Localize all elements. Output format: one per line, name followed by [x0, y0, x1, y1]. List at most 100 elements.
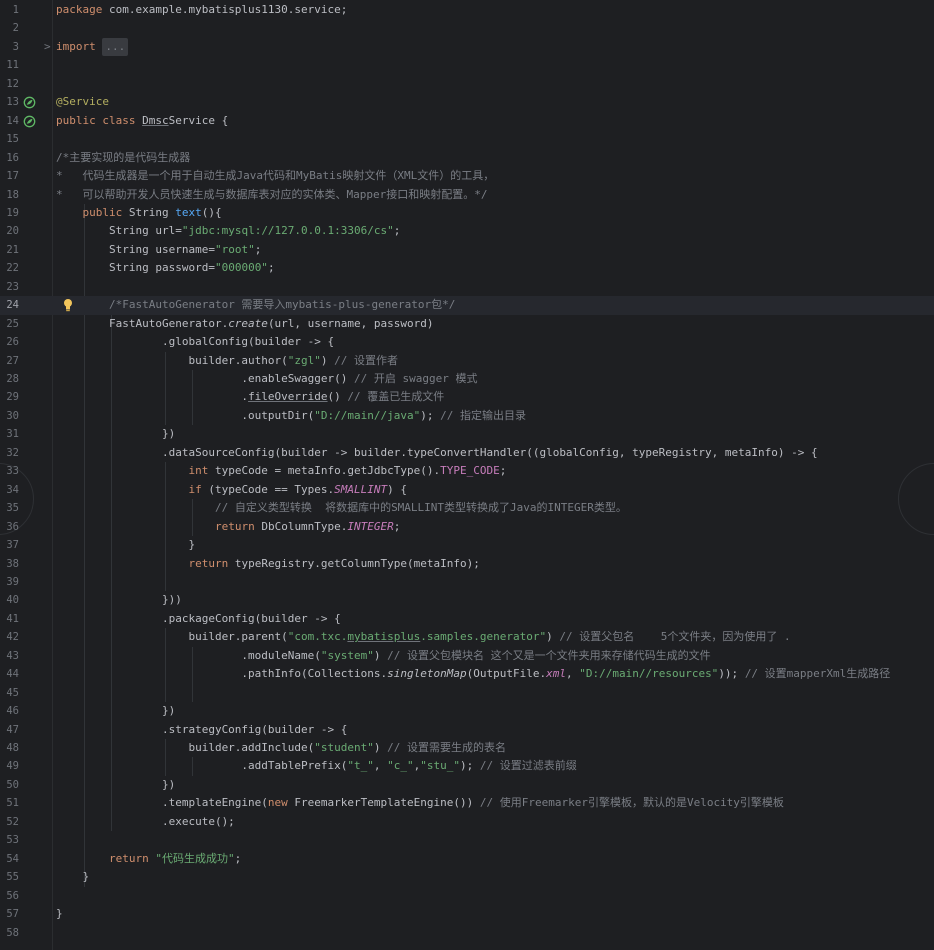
code-line[interactable]: 3 > import ... — [0, 37, 934, 57]
code-line[interactable]: 46 }) — [0, 702, 934, 720]
code-text[interactable]: .packageConfig(builder -> { — [56, 610, 341, 628]
code-text[interactable]: FastAutoGenerator.create(url, username, … — [56, 315, 434, 333]
code-line[interactable]: 54 return "代码生成成功"; — [0, 850, 934, 868]
code-line[interactable]: 57} — [0, 905, 934, 923]
code-text[interactable]: }) — [56, 702, 175, 720]
code-line[interactable]: 26 .globalConfig(builder -> { — [0, 333, 934, 351]
code-text[interactable]: .outputDir("D://main//java"); // 指定输出目录 — [56, 407, 526, 425]
code-line[interactable]: 24 /*FastAutoGenerator 需要导入mybatis-plus-… — [0, 296, 934, 315]
code-text[interactable]: builder.parent("com.txc.mybatisplus.samp… — [56, 628, 790, 646]
code-text[interactable]: .pathInfo(Collections.singletonMap(Outpu… — [56, 665, 890, 683]
code-line[interactable]: 44 .pathInfo(Collections.singletonMap(Ou… — [0, 665, 934, 683]
code-text[interactable]: if (typeCode == Types.SMALLINT) { — [56, 481, 407, 499]
code-text[interactable]: } — [56, 905, 63, 923]
code-text[interactable]: } — [56, 536, 195, 554]
code-line[interactable]: 50 }) — [0, 776, 934, 794]
code-text[interactable]: public class DmscService { — [56, 112, 228, 130]
code-line[interactable]: 1 package com.example.mybatisplus1130.ser… — [0, 1, 934, 19]
code-line[interactable]: 32 .dataSourceConfig(builder -> builder.… — [0, 444, 934, 462]
code-text[interactable]: // 自定义类型转换 将数据库中的SMALLINT类型转换成了Java的INTE… — [56, 499, 627, 517]
code-text[interactable]: .strategyConfig(builder -> { — [56, 721, 347, 739]
code-line[interactable]: 56 — [0, 887, 934, 905]
code-line[interactable]: 35 // 自定义类型转换 将数据库中的SMALLINT类型转换成了Java的I… — [0, 499, 934, 517]
code-text[interactable]: return typeRegistry.getColumnType(metaIn… — [56, 555, 479, 573]
code-line[interactable]: 14 public class DmscService { — [0, 112, 934, 130]
code-line[interactable]: 15 — [0, 130, 934, 148]
code-line[interactable]: 27 builder.author("zgl") // 设置作者 — [0, 352, 934, 370]
code-editor[interactable]: 1 package com.example.mybatisplus1130.ser… — [0, 0, 934, 950]
code-line[interactable]: 55 } — [0, 868, 934, 886]
code-text[interactable]: } — [56, 868, 89, 886]
code-line[interactable]: 18 * 可以帮助开发人员快速生成与数据库表对应的实体类、Mapper接口和映射配… — [0, 186, 934, 204]
code-line[interactable]: 45 — [0, 684, 934, 702]
code-line[interactable]: 58 — [0, 924, 934, 942]
line-number: 53 — [6, 834, 19, 847]
code-text[interactable]: /*主要实现的是代码生成器 — [56, 149, 190, 167]
code-line[interactable]: 13 @Service — [0, 93, 934, 111]
code-text[interactable]: /*FastAutoGenerator 需要导入mybatis-plus-gen… — [56, 296, 455, 314]
code-text[interactable]: }) — [56, 776, 175, 794]
code-text[interactable]: * 可以帮助开发人员快速生成与数据库表对应的实体类、Mapper接口和映射配置。… — [56, 186, 487, 204]
code-line[interactable]: 11 — [0, 56, 934, 74]
code-line[interactable]: 2 — [0, 19, 934, 37]
code-line[interactable]: 39 — [0, 573, 934, 591]
spring-bean-icon[interactable] — [23, 96, 36, 109]
code-line[interactable]: 25 FastAutoGenerator.create(url, usernam… — [0, 315, 934, 333]
code-text[interactable]: return DbColumnType.INTEGER; — [56, 518, 400, 536]
code-line[interactable]: 38 return typeRegistry.getColumnType(met… — [0, 555, 934, 573]
code-line[interactable]: 17 * 代码生成器是一个用于自动生成Java代码和MyBatis映射文件（XML… — [0, 167, 934, 185]
code-text[interactable]: .globalConfig(builder -> { — [56, 333, 334, 351]
code-line[interactable]: 51 .templateEngine(new FreemarkerTemplat… — [0, 794, 934, 812]
code-text[interactable]: @Service — [56, 93, 109, 111]
code-line[interactable]: 48 builder.addInclude("student") // 设置需要… — [0, 739, 934, 757]
code-text[interactable]: builder.addInclude("student") // 设置需要生成的… — [56, 739, 506, 757]
code-text[interactable]: int typeCode = metaInfo.getJdbcType().TY… — [56, 462, 506, 480]
code-line[interactable]: 47 .strategyConfig(builder -> { — [0, 721, 934, 739]
code-line[interactable]: 19 public String text(){ — [0, 204, 934, 222]
code-text[interactable]: import ... — [56, 37, 129, 57]
code-line[interactable]: 53 — [0, 831, 934, 849]
code-line[interactable]: 30 .outputDir("D://main//java"); // 指定输出… — [0, 407, 934, 425]
code-line[interactable]: 34 if (typeCode == Types.SMALLINT) { — [0, 481, 934, 499]
code-text[interactable]: .fileOverride() // 覆盖已生成文件 — [56, 388, 444, 406]
code-line[interactable]: 29 .fileOverride() // 覆盖已生成文件 — [0, 388, 934, 406]
fold-chevron-icon[interactable]: > — [44, 38, 54, 56]
line-number: 49 — [6, 760, 19, 773]
code-text[interactable]: .moduleName("system") // 设置父包模块名 这个又是一个文… — [56, 647, 710, 665]
code-line[interactable]: 22 String password="000000"; — [0, 259, 934, 277]
code-text[interactable]: String url="jdbc:mysql://127.0.0.1:3306/… — [56, 222, 400, 240]
code-text[interactable]: }) — [56, 425, 175, 443]
line-number: 36 — [6, 520, 19, 533]
code-text[interactable]: builder.author("zgl") // 设置作者 — [56, 352, 398, 370]
code-line[interactable]: 36 return DbColumnType.INTEGER; — [0, 518, 934, 536]
code-text[interactable]: return "代码生成成功"; — [56, 850, 241, 868]
code-line[interactable]: 49 .addTablePrefix("t_", "c_","stu_"); /… — [0, 757, 934, 775]
code-text[interactable]: * 代码生成器是一个用于自动生成Java代码和MyBatis映射文件（XML文件… — [56, 167, 494, 185]
code-line[interactable]: 31 }) — [0, 425, 934, 443]
spring-bean-icon[interactable] — [23, 115, 36, 128]
code-text[interactable]: String password="000000"; — [56, 259, 275, 277]
code-line[interactable]: 12 — [0, 75, 934, 93]
code-line[interactable]: 23 — [0, 278, 934, 296]
code-text[interactable]: .dataSourceConfig(builder -> builder.typ… — [56, 444, 818, 462]
code-line[interactable]: 41 .packageConfig(builder -> { — [0, 610, 934, 628]
code-line[interactable]: 43 .moduleName("system") // 设置父包模块名 这个又是… — [0, 647, 934, 665]
code-line[interactable]: 28 .enableSwagger() // 开启 swagger 模式 — [0, 370, 934, 388]
code-text[interactable]: .addTablePrefix("t_", "c_","stu_"); // 设… — [56, 757, 576, 775]
code-token: .templateEngine( — [56, 796, 268, 810]
code-text[interactable]: package com.example.mybatisplus1130.serv… — [56, 1, 347, 19]
code-text[interactable]: .execute(); — [56, 813, 235, 831]
code-line[interactable]: 52 .execute(); — [0, 813, 934, 831]
code-line[interactable]: 33 int typeCode = metaInfo.getJdbcType()… — [0, 462, 934, 480]
code-text[interactable]: .enableSwagger() // 开启 swagger 模式 — [56, 370, 477, 388]
code-text[interactable]: })) — [56, 591, 182, 609]
code-line[interactable]: 37 } — [0, 536, 934, 554]
code-text[interactable]: String username="root"; — [56, 241, 261, 259]
code-line[interactable]: 20 String url="jdbc:mysql://127.0.0.1:33… — [0, 222, 934, 240]
code-line[interactable]: 16 /*主要实现的是代码生成器 — [0, 149, 934, 167]
code-line[interactable]: 42 builder.parent("com.txc.mybatisplus.s… — [0, 628, 934, 646]
code-text[interactable]: public String text(){ — [56, 204, 222, 222]
code-line[interactable]: 21 String username="root"; — [0, 241, 934, 259]
code-text[interactable]: .templateEngine(new FreemarkerTemplateEn… — [56, 794, 784, 812]
code-line[interactable]: 40 })) — [0, 591, 934, 609]
